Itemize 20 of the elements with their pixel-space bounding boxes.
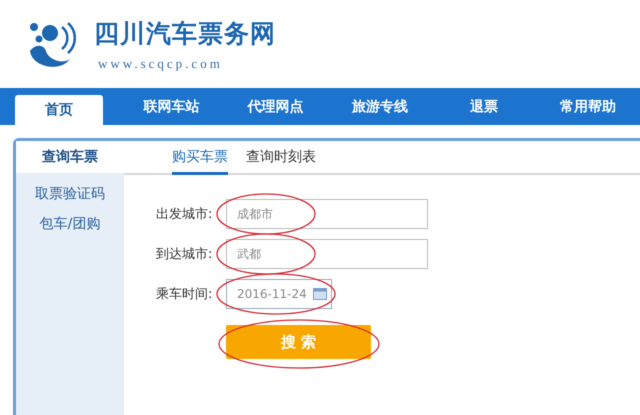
input-field[interactable]: 武都 (226, 239, 428, 269)
calendar-icon[interactable] (313, 288, 327, 300)
tab[interactable]: 查询时刻表 (246, 141, 316, 175)
field-label: 出发城市: (156, 206, 214, 223)
nav-tab[interactable]: 联网车站 (120, 88, 224, 125)
nav-tab[interactable]: 代理网点 (224, 88, 328, 125)
sidebar-link[interactable]: 包车/团购 (40, 215, 100, 233)
sidebar-heading: 查询车票 (16, 141, 124, 173)
site-title: 四川汽车票务网 (94, 18, 276, 50)
input-field[interactable]: 成都市 (226, 199, 428, 229)
nav-tab[interactable]: 旅游专线 (328, 88, 432, 125)
tab[interactable]: 购买车票 (172, 141, 228, 175)
nav-tab[interactable]: 常用帮助 (536, 88, 640, 125)
nav-tab[interactable]: 退票 (432, 88, 536, 125)
field-label: 到达城市: (156, 246, 214, 263)
field-label: 乘车时间: (156, 286, 214, 303)
date-field[interactable]: 2016-11-24 (226, 279, 332, 309)
nav-tab[interactable]: 首页 (15, 95, 103, 125)
site-url: www.scqcp.com (97, 56, 224, 72)
sidebar-link[interactable]: 取票验证码 (35, 185, 105, 203)
